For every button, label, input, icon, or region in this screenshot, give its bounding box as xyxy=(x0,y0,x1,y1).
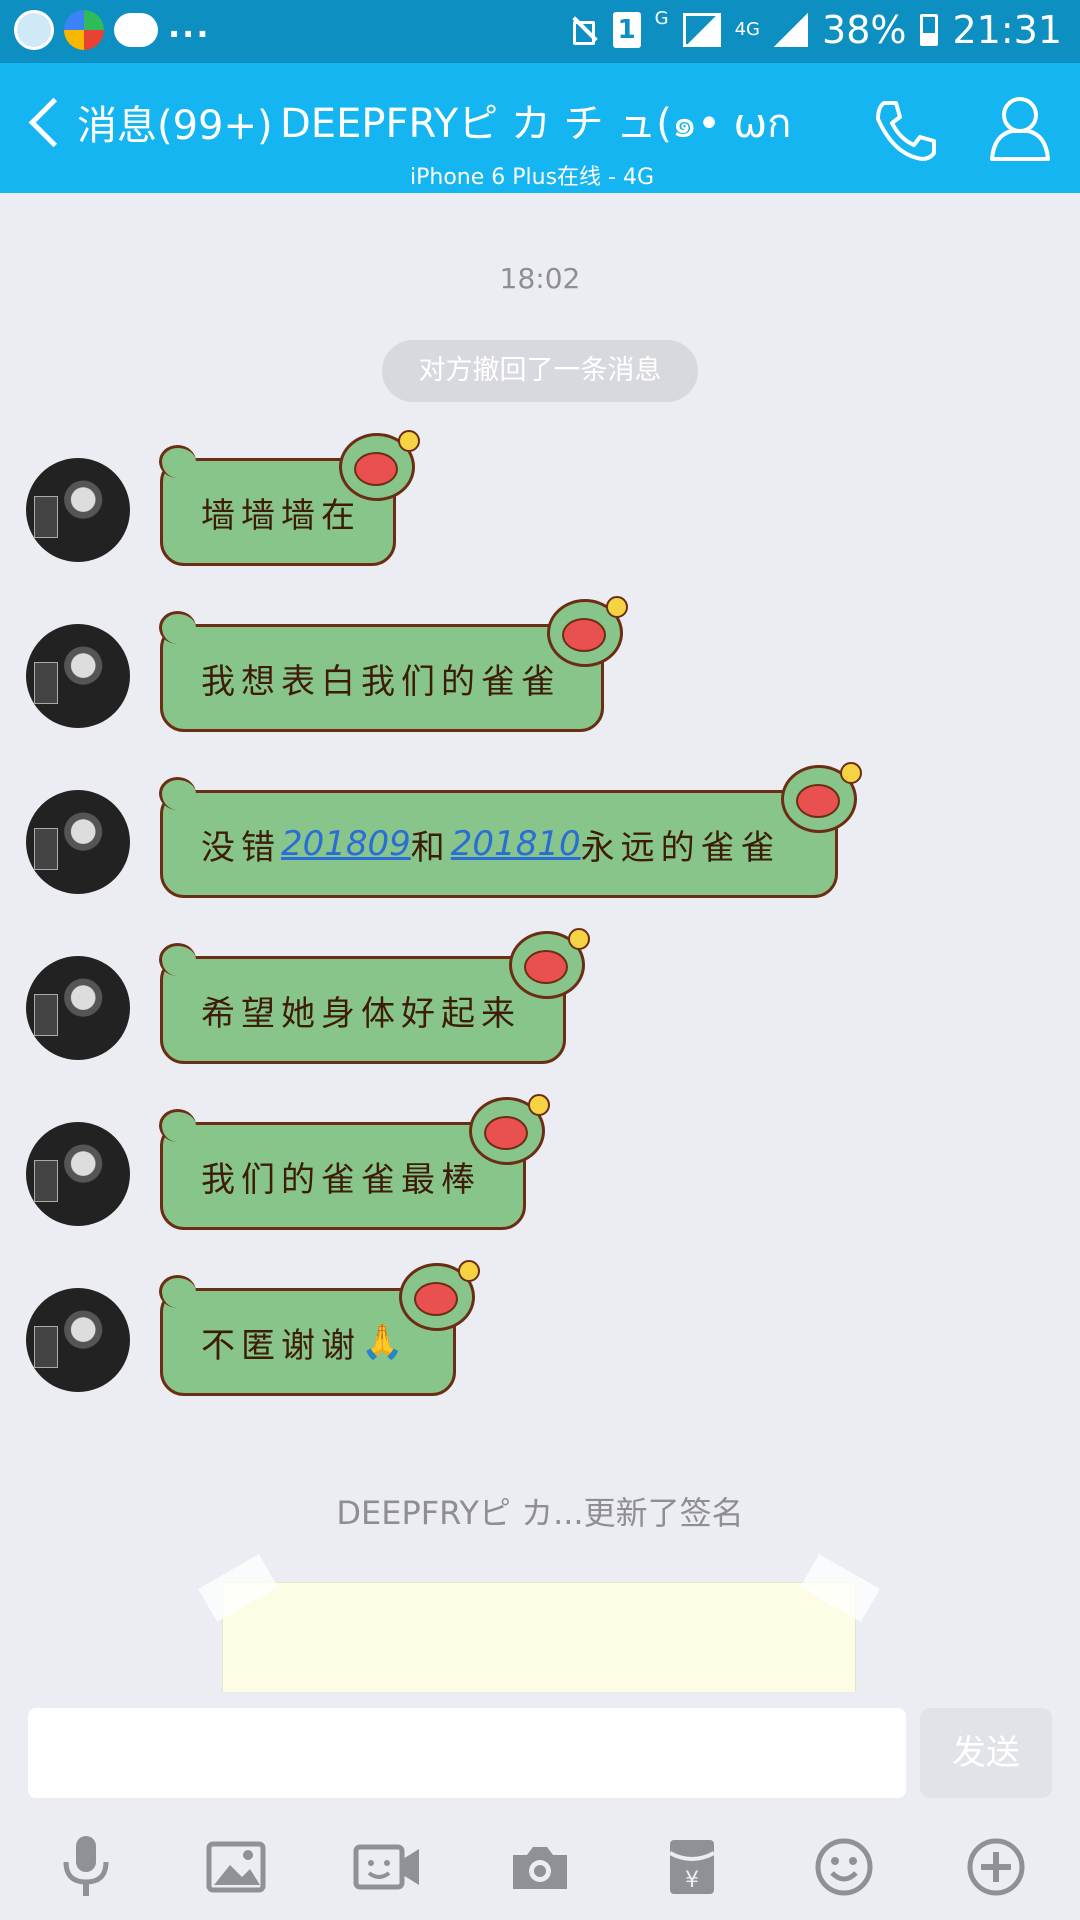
network-g-label: G xyxy=(654,7,669,29)
system-indicators: 1 G 4G 38% 21:31 xyxy=(569,8,1062,52)
sim-icon: 1 xyxy=(612,12,641,48)
recall-notice: 对方撤回了一条消息 xyxy=(382,340,698,402)
bubble-tail xyxy=(159,611,196,644)
phone-icon[interactable] xyxy=(870,95,940,165)
bubble-tail xyxy=(159,1109,196,1142)
avatar[interactable] xyxy=(26,956,130,1060)
dinosaur-sticker-icon xyxy=(469,1094,550,1165)
message-bubble[interactable]: 我们的雀雀最棒 xyxy=(159,1094,550,1230)
battery-percent: 38% xyxy=(822,8,907,52)
dinosaur-sticker-icon xyxy=(547,596,628,667)
app-notification-icon xyxy=(64,10,104,50)
microphone-icon[interactable] xyxy=(46,1832,126,1902)
emoji-icon[interactable] xyxy=(804,1832,884,1902)
message-bubble[interactable]: 没错 201809 和 201810 永远的雀雀 xyxy=(159,762,862,898)
message-link[interactable]: 201809 xyxy=(281,824,411,864)
signal-sim1-icon xyxy=(682,13,721,47)
dinosaur-sticker-icon xyxy=(509,928,590,999)
avatar[interactable] xyxy=(26,458,130,562)
video-call-icon[interactable] xyxy=(348,1832,428,1902)
message-text: 我们的雀雀最棒 xyxy=(201,1159,481,1200)
avatar[interactable] xyxy=(26,1122,130,1226)
chat-header: 消息(99+) DEEPFRYピ カ チ ュ(๑• ωก iPhone 6 Pl… xyxy=(0,63,1080,193)
tape-decoration xyxy=(198,1554,278,1622)
image-icon[interactable] xyxy=(196,1832,276,1902)
svg-text:¥: ¥ xyxy=(685,1868,699,1893)
avatar[interactable] xyxy=(26,1288,130,1392)
bubble-tail xyxy=(159,445,196,478)
contact-title[interactable]: DEEPFRYピ カ チ ュ(๑• ωก iPhone 6 Plus在线 - 4… xyxy=(280,91,800,191)
back-button[interactable]: 消息(99+) xyxy=(22,93,273,151)
message-bubble[interactable]: 我想表白我们的雀雀 xyxy=(159,596,628,732)
message-link[interactable]: 201810 xyxy=(451,824,581,864)
message-bubble[interactable]: 墙墙墙在 xyxy=(159,430,420,566)
dinosaur-sticker-icon xyxy=(399,1260,480,1331)
bubble-tail xyxy=(159,777,196,810)
contact-name: DEEPFRYピ カ チ ュ(๑• ωก xyxy=(280,101,792,147)
input-area: 发送 ¥ xyxy=(0,1692,1080,1920)
signature-card[interactable] xyxy=(198,1554,880,1693)
input-toolbar: ¥ xyxy=(0,1832,1080,1902)
qq-notification-icon xyxy=(14,10,54,50)
message-text: 不匿谢谢 xyxy=(201,1325,361,1366)
message-input[interactable] xyxy=(28,1708,906,1798)
message-text: 希望她身体好起来 xyxy=(201,993,521,1034)
red-packet-icon[interactable]: ¥ xyxy=(652,1832,732,1902)
clock: 21:31 xyxy=(952,8,1062,52)
notification-icons: ... xyxy=(14,7,211,50)
status-bar: ... 1 G 4G 38% 21:31 xyxy=(0,0,1080,63)
bubble-tail xyxy=(159,1275,196,1308)
bubble-tail xyxy=(159,943,196,976)
send-button[interactable]: 发送 xyxy=(920,1708,1052,1798)
battery-icon xyxy=(920,14,939,46)
back-chevron-icon xyxy=(28,97,79,147)
mute-icon xyxy=(569,15,599,45)
message-text: 墙墙墙在 xyxy=(201,495,361,536)
contact-online-status: iPhone 6 Plus在线 - 4G xyxy=(410,165,654,190)
wechat-notification-icon xyxy=(114,13,158,47)
network-4g-label: 4G xyxy=(734,19,761,40)
message-text-middle: 和 xyxy=(410,827,451,868)
back-label: 消息(99+) xyxy=(77,103,273,149)
more-notifications: ... xyxy=(168,7,211,45)
dinosaur-sticker-icon xyxy=(781,762,862,833)
signal-sim2-icon xyxy=(774,13,809,47)
message-bubble[interactable]: 希望她身体好起来 xyxy=(159,928,590,1064)
signature-update-notice: DEEPFRYピ カ...更新了签名 xyxy=(336,1494,744,1532)
message-text-suffix: 永远的雀雀 xyxy=(580,827,781,868)
tape-decoration xyxy=(800,1554,880,1622)
dinosaur-sticker-icon xyxy=(339,430,420,501)
plus-icon[interactable] xyxy=(956,1832,1036,1902)
profile-icon[interactable] xyxy=(988,93,1052,163)
message-timestamp: 18:02 xyxy=(499,262,581,295)
avatar[interactable] xyxy=(26,624,130,728)
avatar[interactable] xyxy=(26,790,130,894)
message-bubble[interactable]: 不匿谢谢 🙏 xyxy=(159,1260,480,1396)
message-text-prefix: 没错 xyxy=(201,827,281,868)
camera-icon[interactable] xyxy=(500,1832,580,1902)
message-text: 我想表白我们的雀雀 xyxy=(201,661,561,702)
pray-emoji: 🙏 xyxy=(361,1322,410,1362)
